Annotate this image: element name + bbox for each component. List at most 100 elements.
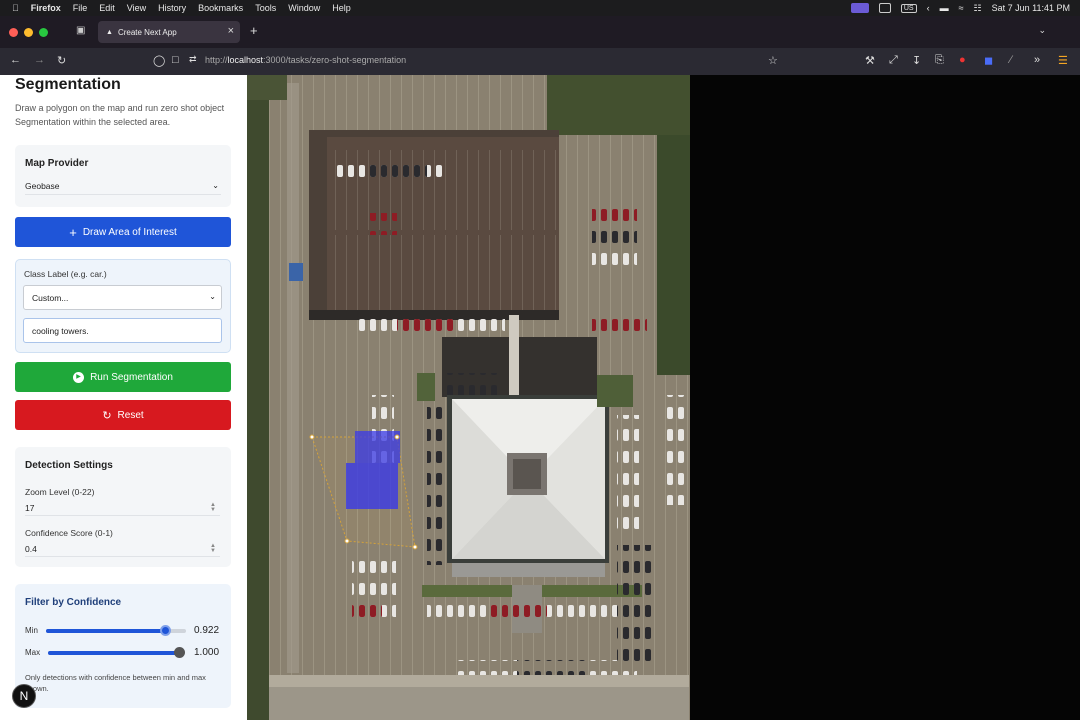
map-provider-heading: Map Provider <box>25 158 89 169</box>
zoom-level-value: 17 <box>25 502 35 513</box>
forward-icon[interactable]: → <box>34 54 45 66</box>
url-host: localhost <box>227 55 264 65</box>
zoom-window-button[interactable] <box>39 27 48 37</box>
download-icon[interactable]: ↧ <box>912 54 921 67</box>
tab-overview-icon[interactable]: ▣ <box>76 25 85 36</box>
color-picker-icon[interactable]: ∕ <box>1010 54 1012 66</box>
reset-label: Reset <box>117 409 144 421</box>
max-slider-thumb[interactable] <box>174 647 185 658</box>
expand-icon[interactable]: ⤢ <box>889 54 898 67</box>
reset-button[interactable]: ↻ Reset <box>15 400 231 430</box>
draw-area-label: Draw Area of Interest <box>82 226 177 238</box>
min-slider-thumb[interactable] <box>160 625 172 636</box>
back-icon[interactable]: ← <box>10 54 21 66</box>
empty-viewport-area <box>690 75 1080 720</box>
reload-icon[interactable]: ↻ <box>57 54 66 67</box>
url-bar[interactable]: http://localhost:3000/tasks/zero-shot-se… <box>205 55 406 65</box>
ublock-icon[interactable]: ● <box>959 54 966 66</box>
map-provider-card: Map Provider Geobase ⌄ <box>15 145 231 207</box>
page-title: Segmentation <box>15 76 121 93</box>
url-path: :3000/tasks/zero-shot-segmentation <box>263 55 407 65</box>
filter-confidence-heading: Filter by Confidence <box>25 597 122 608</box>
map-imagery <box>247 75 690 720</box>
max-value: 1.000 <box>194 647 220 658</box>
custom-class-value: cooling towers. <box>32 325 89 336</box>
input-source-indicator[interactable]: US <box>900 3 917 13</box>
menu-help[interactable]: Help <box>332 3 351 13</box>
refresh-icon: ↻ <box>102 409 112 422</box>
spinner-icon[interactable]: ▲ ▼ <box>210 502 216 513</box>
keyboard-icon[interactable] <box>878 3 891 13</box>
max-label: Max <box>25 648 41 657</box>
wrench-icon[interactable]: ⚒ <box>865 54 875 67</box>
map-provider-select[interactable]: Geobase ⌄ <box>25 181 221 195</box>
min-slider[interactable] <box>46 625 186 636</box>
menu-history[interactable]: History <box>158 3 186 13</box>
chevron-left-icon[interactable]: ‹ <box>927 3 930 13</box>
detection-settings-heading: Detection Settings <box>25 460 113 471</box>
app-menu-icon[interactable]: ☰ <box>1058 54 1068 67</box>
overflow-chevrons-icon[interactable]: » <box>1034 54 1040 66</box>
window-controls <box>9 27 48 37</box>
class-label-selected: Custom... <box>32 292 69 303</box>
run-segmentation-button[interactable]: ▶ Run Segmentation <box>15 362 231 392</box>
max-slider-fill <box>48 651 180 655</box>
nextjs-favicon-icon: ▲ <box>106 28 113 36</box>
tab-create-next-app[interactable]: ▲ Create Next App × <box>98 21 240 43</box>
draw-area-button[interactable]: + Draw Area of Interest <box>15 217 231 247</box>
screen-share-icon[interactable] <box>850 3 869 13</box>
car-icon[interactable]: ▬ <box>940 3 949 13</box>
bitwarden-icon[interactable]: ◼ <box>984 54 993 67</box>
confidence-score-label: Confidence Score (0-1) <box>25 528 113 538</box>
control-center-icon[interactable]: ☷ <box>974 3 982 14</box>
menubar-clock[interactable]: Sat 7 Jun 11:41 PM <box>992 3 1070 13</box>
chevron-down-icon: ⌄ <box>212 181 219 190</box>
menu-window[interactable]: Window <box>288 3 320 13</box>
play-icon: ▶ <box>73 371 85 383</box>
class-label-select[interactable]: Custom... ⌄ <box>23 285 222 310</box>
menu-app-name[interactable]: Firefox <box>31 3 61 13</box>
minimize-window-button[interactable] <box>24 27 33 37</box>
nextjs-devtools-badge[interactable]: N <box>12 684 36 708</box>
segmentation-panel: Segmentation Draw a polygon on the map a… <box>0 75 247 720</box>
menu-file[interactable]: File <box>73 3 88 13</box>
wifi-icon[interactable]: ≈ <box>959 3 964 13</box>
confidence-score-input[interactable]: 0.4 ▲ ▼ <box>25 541 220 557</box>
filter-note: Only detections with confidence between … <box>25 673 206 693</box>
browser-tabbar: ▣ ▲ Create Next App × + ⌄ <box>0 16 1080 48</box>
close-window-button[interactable] <box>9 27 18 37</box>
menu-edit[interactable]: Edit <box>99 3 115 13</box>
zoom-level-input[interactable]: 17 ▲ ▼ <box>25 500 220 516</box>
plus-icon: + <box>69 224 77 240</box>
satellite-map[interactable] <box>247 75 690 720</box>
browser-navbar: ← → ↻ ◯ □ ⇄ http://localhost:3000/tasks/… <box>0 48 1080 75</box>
bookmark-star-icon[interactable]: ☆ <box>768 54 778 67</box>
min-value: 0.922 <box>194 625 220 636</box>
zoom-level-label: Zoom Level (0-22) <box>25 487 95 497</box>
macos-menubar:  Firefox File Edit View History Bookmar… <box>0 0 1080 16</box>
class-label-label: Class Label (e.g. car.) <box>24 269 107 279</box>
tab-title: Create Next App <box>117 27 177 37</box>
min-slider-fill <box>46 629 167 633</box>
url-scheme: http:// <box>205 55 228 65</box>
menu-bookmarks[interactable]: Bookmarks <box>198 3 243 13</box>
chevron-down-icon: ⌄ <box>209 292 216 301</box>
custom-class-input[interactable]: cooling towers. <box>23 318 222 343</box>
run-segmentation-label: Run Segmentation <box>90 371 173 383</box>
spinner-icon[interactable]: ▲ ▼ <box>210 543 216 554</box>
extensions-icon[interactable]: ⎘ <box>935 54 944 67</box>
max-slider[interactable] <box>48 647 185 658</box>
menu-tools[interactable]: Tools <box>255 3 276 13</box>
shield-icon[interactable]: ◯ <box>153 54 165 67</box>
min-label: Min <box>25 626 38 635</box>
confidence-score-value: 0.4 <box>25 543 37 554</box>
map-provider-value: Geobase <box>25 181 60 191</box>
menu-view[interactable]: View <box>127 3 146 13</box>
apple-icon[interactable]:  <box>12 3 19 13</box>
tab-list-chevron-icon[interactable]: ⌄ <box>1038 25 1046 36</box>
page-icon[interactable]: □ <box>172 54 179 66</box>
new-tab-button[interactable]: + <box>250 23 258 38</box>
permissions-icon[interactable]: ⇄ <box>189 54 197 65</box>
page-content: Segmentation Draw a polygon on the map a… <box>0 75 1080 720</box>
close-tab-icon[interactable]: × <box>228 25 234 37</box>
